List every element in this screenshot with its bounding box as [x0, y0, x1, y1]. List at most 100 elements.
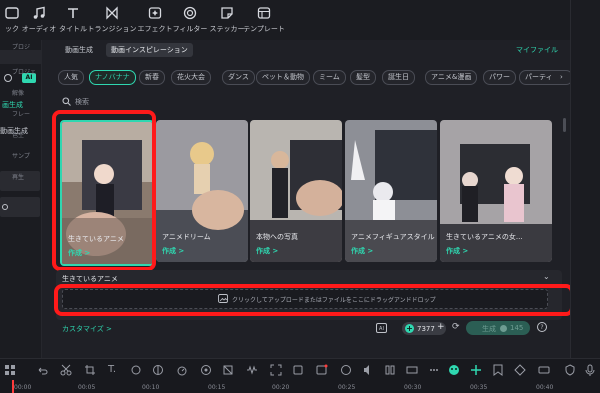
more-icon[interactable]	[428, 364, 440, 376]
plus-icon: +	[437, 322, 445, 332]
microphone-icon[interactable]	[584, 364, 596, 376]
help-icon[interactable]: ?	[537, 322, 547, 332]
time-tick: 00:30	[404, 384, 422, 391]
card-create-link[interactable]: 作成 >	[446, 246, 468, 256]
text-tool-icon[interactable]: T.	[108, 364, 120, 376]
record-icon[interactable]	[316, 364, 328, 376]
my-file-link[interactable]: マイファイル	[516, 45, 558, 55]
highlight-box	[54, 284, 574, 316]
property-label: フレー	[12, 111, 31, 118]
ai-settings-icon[interactable]: AI	[376, 323, 387, 333]
time-tick: 00:05	[78, 384, 96, 391]
chip-nanobanana[interactable]: ナノバナナ	[89, 70, 136, 85]
rectangle-icon[interactable]	[292, 364, 304, 376]
split-icon[interactable]	[384, 364, 396, 376]
ai-face-icon[interactable]	[448, 364, 460, 376]
property-label: 解像	[12, 90, 25, 97]
crop-icon[interactable]	[84, 364, 96, 376]
chip-new-year[interactable]: 新春	[139, 70, 165, 85]
chip-party[interactable]: パーティ	[519, 70, 573, 85]
toolbar-sticker[interactable]: ステッカー	[209, 4, 245, 38]
tab-video-inspiration[interactable]: 動画インスピレーション	[106, 43, 193, 57]
chip-fireworks[interactable]: 花火大会	[171, 70, 211, 85]
customize-link[interactable]: カスタマイズ >	[62, 324, 112, 334]
transform-icon[interactable]	[222, 364, 234, 376]
toolbar-transition[interactable]: トランジション	[87, 4, 137, 38]
shield-icon[interactable]	[564, 364, 576, 376]
toolbar-title[interactable]: タイトル	[58, 4, 88, 38]
rotate-icon[interactable]	[130, 364, 142, 376]
time-tick: 00:10	[142, 384, 160, 391]
toolbar-label: エフェクト	[137, 25, 173, 33]
card-create-link[interactable]: 作成 >	[351, 246, 373, 256]
time-tick: 00:15	[208, 384, 226, 391]
generate-cost: 145	[510, 324, 524, 332]
keyframe-icon[interactable]	[514, 364, 526, 376]
toolbar-label: ステッカー	[209, 25, 245, 33]
snap-icon[interactable]	[470, 364, 482, 376]
chip-anime-manga[interactable]: アニメ&漫画	[425, 70, 478, 85]
time-tick: 00:20	[272, 384, 290, 391]
help-icon	[2, 204, 8, 210]
time-tick: 00:40	[536, 384, 554, 391]
toolbar-media[interactable]: ック	[0, 4, 24, 38]
cut-icon[interactable]	[60, 364, 72, 376]
template-card[interactable]: アニメドリーム 作成 >	[156, 120, 248, 262]
toolbar-label: トランジション	[87, 25, 137, 33]
template-card[interactable]: 生きているアニメの女... 作成 >	[440, 120, 552, 262]
template-icon	[257, 7, 271, 19]
search-input[interactable]: 検索	[75, 97, 89, 107]
sticker-tool-icon[interactable]	[340, 364, 352, 376]
generate-label: 生成	[482, 325, 496, 333]
property-label: プロジ	[12, 44, 31, 51]
search-icon	[62, 97, 71, 106]
chip-meme[interactable]: ミーム	[313, 70, 346, 85]
info-icon	[4, 74, 12, 82]
audio-wave-icon[interactable]	[246, 364, 258, 376]
music-note-icon	[33, 6, 45, 19]
audio-icon[interactable]	[362, 364, 374, 376]
selected-template-title: 生きているアニメ	[62, 275, 118, 283]
chip-popular[interactable]: 人気	[58, 70, 84, 85]
toolbar-label: フィルター	[172, 25, 208, 33]
media-icon	[5, 7, 19, 19]
grid-icon[interactable]	[4, 364, 16, 376]
toolbar-label: タイトル	[59, 25, 87, 33]
color-icon[interactable]	[200, 364, 212, 376]
chip-dance[interactable]: ダンス	[222, 70, 255, 85]
panel-scrollbar[interactable]	[563, 118, 566, 132]
speed-icon[interactable]	[176, 364, 188, 376]
toolbar-effects[interactable]: エフェクト	[137, 4, 173, 38]
toolbar-label: オーディオ	[21, 25, 57, 33]
chip-power[interactable]: パワー	[483, 70, 516, 85]
right-properties-panel	[570, 0, 600, 358]
template-card[interactable]: アニメフィギュアスタイル 作成 >	[345, 120, 437, 262]
template-card[interactable]: 本物への写真 作成 >	[250, 120, 342, 262]
sidebar-top-item[interactable]	[0, 50, 42, 64]
tab-video-gen[interactable]: 動画生成	[60, 43, 98, 57]
fullscreen-icon[interactable]	[270, 364, 282, 376]
refresh-icon[interactable]: ⟳	[452, 322, 460, 332]
card-create-link[interactable]: 作成 >	[162, 246, 184, 256]
toolbar-audio[interactable]: オーディオ	[22, 4, 56, 38]
toolbar-template[interactable]: テンプレート	[243, 4, 285, 38]
card-caption: アニメドリーム	[162, 233, 211, 241]
chevron-down-icon[interactable]: ⌄	[543, 272, 550, 281]
mask-icon[interactable]	[152, 364, 164, 376]
detach-icon[interactable]	[406, 364, 418, 376]
time-tick: 00:25	[338, 384, 356, 391]
marker-icon[interactable]	[492, 364, 504, 376]
chevron-right-icon[interactable]: ›	[560, 73, 563, 81]
transition-icon	[106, 6, 118, 20]
toolbar-filter[interactable]: フィルター	[172, 4, 208, 38]
toolbar-label: ック	[5, 25, 19, 33]
chip-hairstyle[interactable]: 髪型	[350, 70, 376, 85]
chip-birthday[interactable]: 誕生日	[382, 70, 415, 85]
add-credits-icon: +	[405, 324, 414, 333]
card-create-link[interactable]: 作成 >	[256, 246, 278, 256]
clip-icon[interactable]	[538, 364, 550, 376]
property-label: 再生	[12, 174, 25, 181]
effects-sparkle-icon	[148, 7, 162, 19]
undo-icon[interactable]	[36, 364, 48, 376]
chip-pets[interactable]: ペット＆動物	[256, 70, 310, 85]
